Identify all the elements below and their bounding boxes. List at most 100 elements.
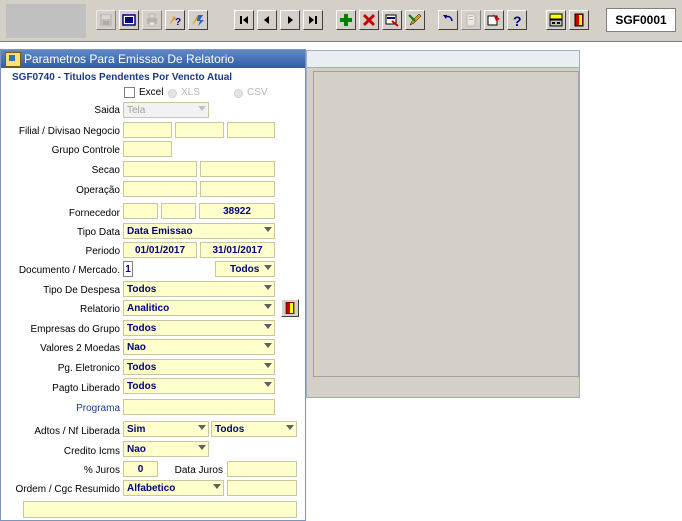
delete-record-icon [362,13,376,27]
fornecedor-field-2[interactable] [161,203,196,219]
mercado-select[interactable]: Todos [215,261,275,277]
empresas-label: Empresas do Grupo [30,324,121,335]
relatorio-select[interactable]: Analitico [123,300,275,316]
tipo-despesa-value: Todos [127,283,157,295]
save-button[interactable] [96,10,116,30]
data-juros-field[interactable] [227,461,297,477]
tipo-despesa-label: Tipo De Despesa [43,285,120,296]
list-values-button[interactable] [484,10,504,30]
delete-record-button[interactable] [359,10,379,30]
exit-icon [574,13,584,27]
chevron-down-icon [264,304,272,309]
periodo-inicio-field[interactable]: 01/01/2017 [123,242,197,258]
chevron-down-icon [264,265,272,270]
tipo-data-select[interactable]: Data Emissao [123,223,275,239]
credito-select[interactable]: Nao [123,441,209,457]
execute-query-button[interactable] [188,10,208,30]
xls-label: XLS [181,87,200,98]
relatorio-label: Relatorio [79,304,120,315]
nf-liberada-select[interactable]: Todos [211,421,297,437]
chevron-down-icon [264,324,272,329]
tipo-despesa-select[interactable]: Todos [123,281,275,297]
fornecedor-field-1[interactable] [123,203,158,219]
valores-value: Nao [127,341,146,353]
operacao-field[interactable] [123,181,197,197]
undo-button[interactable] [438,10,458,30]
insert-record-button[interactable] [336,10,356,30]
last-record-button[interactable] [303,10,323,30]
report-subtitle: SGF0740 - Titulos Pendentes Por Vencto A… [12,72,233,83]
exit-icon [285,302,295,314]
first-record-button[interactable] [234,10,254,30]
tipo-data-value: Data Emissao [127,225,193,237]
secao-field[interactable] [123,161,197,177]
mercado-value: Todos [230,263,260,275]
documento-field[interactable]: 1 [123,261,133,277]
pagto-select[interactable]: Todos [123,378,275,394]
periodo-fim-field[interactable]: 31/01/2017 [200,242,275,258]
chevron-down-icon [286,425,294,430]
fornecedor-code-field[interactable]: 38922 [199,203,275,219]
csv-label: CSV [247,87,268,98]
print-button[interactable] [142,10,162,30]
excel-checkbox[interactable] [124,87,135,98]
chevron-down-icon [264,382,272,387]
copy-button[interactable] [461,10,481,30]
csv-radio[interactable] [234,89,243,98]
report-parameters-dialog: Parametros Para Emissao De Relatorio SGF… [0,49,306,521]
edit-icon [408,13,422,26]
adtos-select[interactable]: Sim [123,421,209,437]
edit-button[interactable] [405,10,425,30]
empresas-select[interactable]: Todos [123,320,275,336]
chevron-down-icon [264,285,272,290]
filial-label: Filial / Divisao Negocio [18,126,120,137]
valores-label: Valores 2 Moedas [40,343,120,354]
chevron-down-icon [198,106,206,111]
copy-icon [466,13,476,27]
valores-select[interactable]: Nao [123,339,275,355]
programa-label: Programa [76,403,120,414]
xls-radio[interactable] [168,89,177,98]
background-window [306,50,580,398]
svg-text:?: ? [175,17,181,27]
chevron-down-icon [213,484,221,489]
saida-select[interactable]: Tela [123,102,209,118]
saida-label: Saida [94,105,120,116]
next-record-button[interactable] [280,10,300,30]
juros-field[interactable]: 0 [123,461,158,477]
first-record-icon [240,16,248,24]
credito-value: Nao [127,443,146,455]
clear-button[interactable] [119,10,139,30]
programa-field[interactable] [123,399,275,415]
grupo-field[interactable] [123,141,172,157]
prev-record-button[interactable] [257,10,277,30]
chevron-down-icon [198,425,206,430]
undo-icon [443,15,453,22]
data-juros-label: Data Juros [174,465,223,476]
help-button[interactable]: ? [507,10,527,30]
ordem-select[interactable]: Alfabetico [123,480,224,496]
filial-field[interactable] [123,122,172,138]
execute-query-icon [192,15,204,26]
window-icon [5,51,21,67]
message-field[interactable] [23,501,297,518]
chevron-down-icon [264,363,272,368]
dialog-exit-button[interactable] [281,299,299,317]
next-record-icon [288,16,293,24]
query-help-icon: ? [169,16,181,27]
fornecedor-label: Fornecedor [68,208,120,219]
adtos-value: Sim [127,423,146,435]
news-button[interactable] [546,10,566,30]
main-toolbar: ? ? SGF0001 [0,0,682,42]
negocio-field[interactable] [227,122,275,138]
secao-desc-field[interactable] [200,161,275,177]
background-window-titlebar [307,51,579,68]
divisao-field[interactable] [175,122,224,138]
operacao-desc-field[interactable] [200,181,275,197]
query-help-button[interactable]: ? [165,10,185,30]
cgc-resumido-field[interactable] [227,480,297,496]
clear-icon [122,14,136,26]
exit-button[interactable] [569,10,589,30]
pg-eletronico-select[interactable]: Todos [123,359,275,375]
duplicate-record-button[interactable] [382,10,402,30]
